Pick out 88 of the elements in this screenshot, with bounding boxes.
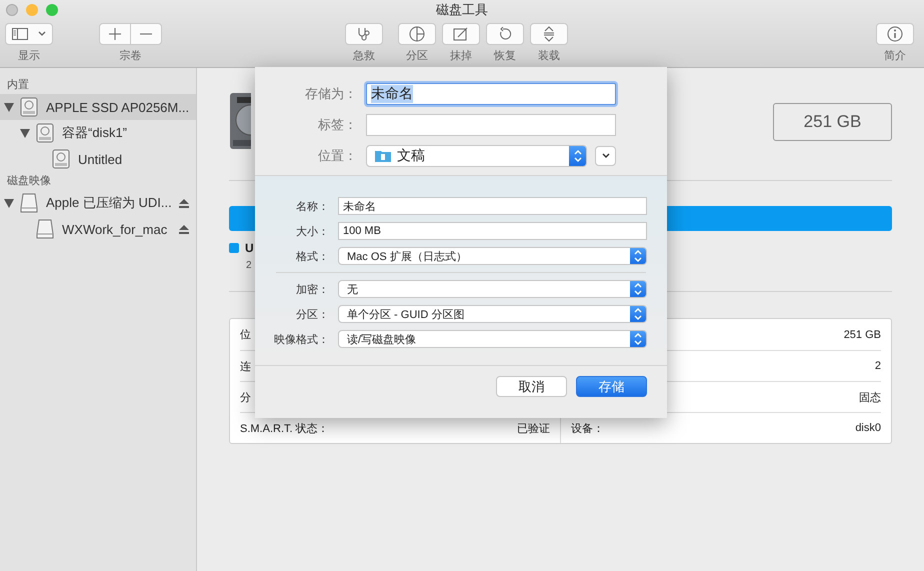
- field-label: 映像格式：: [273, 332, 329, 346]
- table-cell: 2: [874, 360, 881, 372]
- sidebar-icon: [12, 28, 28, 40]
- table-cell: disk0: [855, 422, 881, 434]
- input-field[interactable]: 100 MB: [338, 222, 647, 240]
- field-label: 标签：: [317, 116, 357, 134]
- disclosure-triangle-icon[interactable]: [4, 198, 14, 208]
- partition-button[interactable]: [398, 23, 436, 45]
- toolbar-label: 装载: [538, 49, 560, 63]
- chevron-icon: [600, 152, 610, 160]
- folder-icon: [375, 149, 391, 162]
- field-label: 位置：: [317, 146, 357, 164]
- expand-button[interactable]: [595, 146, 616, 166]
- toolbar-label: 抹掉: [450, 49, 472, 63]
- sidebar-item[interactable]: APPLE SSD AP0256M...: [0, 94, 196, 120]
- drive-name: 容器“disk1”: [62, 124, 128, 142]
- chevron-icon: [36, 30, 46, 38]
- sidebar-item[interactable]: 容器“disk1”: [0, 120, 196, 146]
- drive-name: WXWork_for_mac: [62, 222, 168, 236]
- table-cell-text: 设备：: [571, 422, 604, 436]
- info-icon: [887, 26, 903, 42]
- erase-button[interactable]: [442, 23, 480, 45]
- field-label: 存储为：: [304, 84, 357, 102]
- up-down-arrows-icon: [634, 333, 642, 345]
- drive-icon: [52, 149, 70, 169]
- section-heading: 磁盘映像: [6, 174, 52, 189]
- firstaid-button[interactable]: [345, 23, 383, 45]
- toolbar-label: 宗卷: [120, 48, 142, 63]
- save-button[interactable]: 存储: [576, 376, 647, 397]
- stethoscope-icon: [356, 27, 372, 41]
- drive-icon: [20, 97, 38, 117]
- mount-button[interactable]: [530, 23, 568, 45]
- legend-label: U: [245, 241, 254, 255]
- up-down-icon: [543, 26, 555, 42]
- location-popup[interactable]: 文稿: [366, 144, 587, 166]
- drive-name: Apple 已压缩为 UDI...: [46, 194, 172, 212]
- cancel-button[interactable]: 取消: [496, 376, 567, 397]
- toolbar-label: 简介: [884, 49, 906, 63]
- table-cell-text: 固态: [859, 390, 881, 404]
- pen-icon: [453, 27, 469, 41]
- field-label: 格式：: [295, 250, 329, 264]
- table-cell-text: 已验证: [517, 422, 550, 436]
- table-cell-text: 连: [240, 360, 251, 374]
- toolbar-label: 显示: [18, 49, 40, 63]
- info-button[interactable]: [876, 23, 914, 45]
- input-field[interactable]: 未命名: [338, 197, 647, 215]
- field-label: 加密：: [295, 282, 329, 296]
- popup-menu[interactable]: 读/写磁盘映像: [338, 330, 647, 348]
- undo-icon: [498, 27, 512, 41]
- input-field[interactable]: [366, 114, 616, 136]
- popup-menu[interactable]: 无: [338, 280, 647, 298]
- drive-name: Untitled: [78, 152, 122, 166]
- input-field[interactable]: 未命名: [366, 82, 616, 104]
- toolbar-label: 分区: [406, 49, 428, 63]
- capacity-box: 251 GB: [773, 103, 892, 141]
- popup-menu[interactable]: 单个分区 - GUID 分区图: [338, 305, 647, 323]
- eject-icon[interactable]: [179, 224, 189, 234]
- up-down-arrows-icon: [634, 308, 642, 320]
- legend-size: 2: [246, 260, 253, 271]
- drive-name: APPLE SSD AP0256M...: [46, 100, 190, 114]
- field-label: 大小：: [295, 224, 329, 238]
- restore-button[interactable]: [486, 23, 524, 45]
- table-cell-text: 位: [240, 328, 251, 342]
- hard-drive-icon: [229, 92, 251, 150]
- up-down-arrows-icon: [574, 150, 582, 162]
- drive-icon: [20, 193, 38, 213]
- drive-icon: [36, 123, 54, 143]
- sidebar-item[interactable]: WXWork_for_mac: [0, 216, 196, 242]
- drive-icon: [36, 219, 54, 239]
- popup-menu[interactable]: Mac OS 扩展（日志式）: [338, 247, 647, 265]
- sidebar-item[interactable]: Apple 已压缩为 UDI...: [0, 190, 196, 216]
- sidebar-view-button[interactable]: [5, 23, 53, 45]
- toolbar-label: 急救: [353, 49, 375, 63]
- toolbar-label: 恢复: [494, 49, 516, 63]
- field-label: 名称：: [295, 200, 329, 214]
- table-cell-text: S.M.A.R.T. 状态：: [240, 422, 329, 436]
- sidebar-item[interactable]: Untitled: [0, 146, 196, 172]
- field-label: 分区：: [295, 308, 329, 322]
- up-down-arrows-icon: [634, 250, 642, 262]
- table-cell-text: 分: [240, 390, 251, 404]
- disclosure-triangle-icon[interactable]: [20, 128, 30, 138]
- table-cell: 251 GB: [844, 328, 881, 340]
- pie-icon: [409, 26, 425, 42]
- disclosure-triangle-icon[interactable]: [4, 102, 14, 112]
- up-down-arrows-icon: [634, 283, 642, 295]
- window-title: 磁盘工具: [435, 1, 489, 19]
- section-heading: 内置: [6, 78, 30, 93]
- eject-icon[interactable]: [179, 198, 189, 208]
